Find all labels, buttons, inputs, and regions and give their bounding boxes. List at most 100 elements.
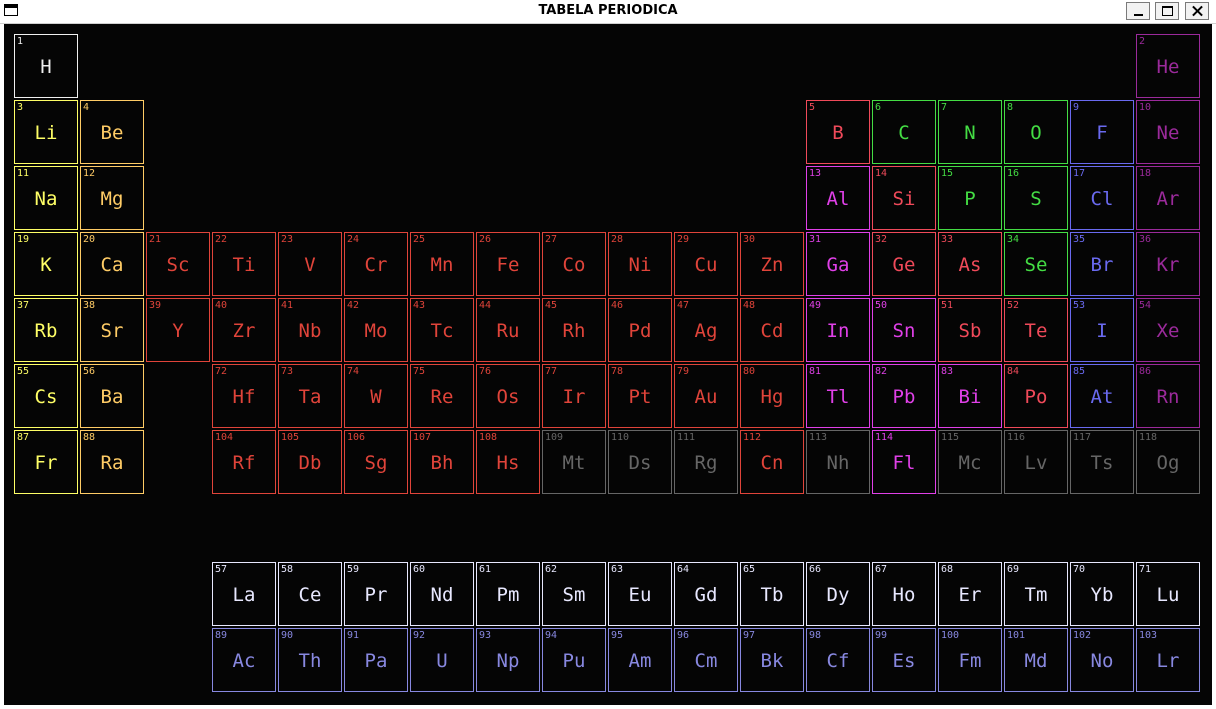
element-ag[interactable]: 47 Ag <box>674 298 738 362</box>
element-au[interactable]: 79 Au <box>674 364 738 428</box>
element-bi[interactable]: 83 Bi <box>938 364 1002 428</box>
element-cr[interactable]: 24 Cr <box>344 232 408 296</box>
element-na[interactable]: 11 Na <box>14 166 78 230</box>
element-y[interactable]: 39 Y <box>146 298 210 362</box>
element-f[interactable]: 9F <box>1070 100 1134 164</box>
element-rg[interactable]: 111 Rg <box>674 430 738 494</box>
element-yb[interactable]: 70 Yb <box>1070 562 1134 626</box>
element-pr[interactable]: 59 Pr <box>344 562 408 626</box>
element-la[interactable]: 57 La <box>212 562 276 626</box>
element-c[interactable]: 6C <box>872 100 936 164</box>
title-bar[interactable]: TABELA PERIODICA <box>0 0 1216 24</box>
element-zr[interactable]: 40 Zr <box>212 298 276 362</box>
element-ga[interactable]: 31 Ga <box>806 232 870 296</box>
element-cu[interactable]: 29 Cu <box>674 232 738 296</box>
element-ds[interactable]: 110 Ds <box>608 430 672 494</box>
element-fe[interactable]: 26 Fe <box>476 232 540 296</box>
element-cm[interactable]: 96 Cm <box>674 628 738 692</box>
element-ho[interactable]: 67 Ho <box>872 562 936 626</box>
element-n[interactable]: 7N <box>938 100 1002 164</box>
element-sg[interactable]: 106 Sg <box>344 430 408 494</box>
element-cl[interactable]: 17 Cl <box>1070 166 1134 230</box>
element-v[interactable]: 23 V <box>278 232 342 296</box>
element-gd[interactable]: 64 Gd <box>674 562 738 626</box>
element-ts[interactable]: 117 Ts <box>1070 430 1134 494</box>
element-sm[interactable]: 62 Sm <box>542 562 606 626</box>
element-pa[interactable]: 91 Pa <box>344 628 408 692</box>
element-pd[interactable]: 46 Pd <box>608 298 672 362</box>
element-md[interactable]: 101 Md <box>1004 628 1068 692</box>
element-li[interactable]: 3 Li <box>14 100 78 164</box>
element-tl[interactable]: 81 Tl <box>806 364 870 428</box>
element-sn[interactable]: 50 Sn <box>872 298 936 362</box>
element-se[interactable]: 34 Se <box>1004 232 1068 296</box>
element-sr[interactable]: 38 Sr <box>80 298 144 362</box>
element-lr[interactable]: 103 Lr <box>1136 628 1200 692</box>
element-nh[interactable]: 113 Nh <box>806 430 870 494</box>
element-fr[interactable]: 87 Fr <box>14 430 78 494</box>
element-ni[interactable]: 28 Ni <box>608 232 672 296</box>
element-p[interactable]: 15 P <box>938 166 1002 230</box>
element-he[interactable]: 2 He <box>1136 34 1200 98</box>
element-re[interactable]: 75 Re <box>410 364 474 428</box>
element-mo[interactable]: 42 Mo <box>344 298 408 362</box>
element-xe[interactable]: 54 Xe <box>1136 298 1200 362</box>
element-ir[interactable]: 77 Ir <box>542 364 606 428</box>
element-bk[interactable]: 97 Bk <box>740 628 804 692</box>
element-rn[interactable]: 86 Rn <box>1136 364 1200 428</box>
element-es[interactable]: 99 Es <box>872 628 936 692</box>
element-kr[interactable]: 36 Kr <box>1136 232 1200 296</box>
element-th[interactable]: 90 Th <box>278 628 342 692</box>
element-nd[interactable]: 60 Nd <box>410 562 474 626</box>
element-pt[interactable]: 78 Pt <box>608 364 672 428</box>
element-sc[interactable]: 21 Sc <box>146 232 210 296</box>
element-nb[interactable]: 41 Nb <box>278 298 342 362</box>
element-ar[interactable]: 18 Ar <box>1136 166 1200 230</box>
element-rh[interactable]: 45 Rh <box>542 298 606 362</box>
element-as[interactable]: 33 As <box>938 232 1002 296</box>
element-i[interactable]: 53 I <box>1070 298 1134 362</box>
element-at[interactable]: 85 At <box>1070 364 1134 428</box>
element-hs[interactable]: 108 Hs <box>476 430 540 494</box>
element-mg[interactable]: 12 Mg <box>80 166 144 230</box>
element-bh[interactable]: 107 Bh <box>410 430 474 494</box>
element-ac[interactable]: 89 Ac <box>212 628 276 692</box>
element-er[interactable]: 68 Er <box>938 562 1002 626</box>
element-no[interactable]: 102 No <box>1070 628 1134 692</box>
element-s[interactable]: 16 S <box>1004 166 1068 230</box>
element-ge[interactable]: 32 Ge <box>872 232 936 296</box>
element-pb[interactable]: 82 Pb <box>872 364 936 428</box>
element-al[interactable]: 13 Al <box>806 166 870 230</box>
element-cd[interactable]: 48 Cd <box>740 298 804 362</box>
element-tc[interactable]: 43 Tc <box>410 298 474 362</box>
element-ra[interactable]: 88 Ra <box>80 430 144 494</box>
element-mt[interactable]: 109 Mt <box>542 430 606 494</box>
element-ca[interactable]: 20 Ca <box>80 232 144 296</box>
element-b[interactable]: 5B <box>806 100 870 164</box>
element-sb[interactable]: 51 Sb <box>938 298 1002 362</box>
element-fm[interactable]: 100 Fm <box>938 628 1002 692</box>
element-pu[interactable]: 94 Pu <box>542 628 606 692</box>
minimize-button[interactable] <box>1126 2 1150 20</box>
element-be[interactable]: 4 Be <box>80 100 144 164</box>
element-tm[interactable]: 69 Tm <box>1004 562 1068 626</box>
element-rb[interactable]: 37 Rb <box>14 298 78 362</box>
element-o[interactable]: 8O <box>1004 100 1068 164</box>
element-br[interactable]: 35 Br <box>1070 232 1134 296</box>
element-os[interactable]: 76 Os <box>476 364 540 428</box>
element-ne[interactable]: 10 Ne <box>1136 100 1200 164</box>
element-ce[interactable]: 58 Ce <box>278 562 342 626</box>
element-ti[interactable]: 22 Ti <box>212 232 276 296</box>
element-cf[interactable]: 98 Cf <box>806 628 870 692</box>
element-cs[interactable]: 55 Cs <box>14 364 78 428</box>
element-og[interactable]: 118 Og <box>1136 430 1200 494</box>
element-h[interactable]: 1H <box>14 34 78 98</box>
element-in[interactable]: 49 In <box>806 298 870 362</box>
element-tb[interactable]: 65 Tb <box>740 562 804 626</box>
element-rf[interactable]: 104 Rf <box>212 430 276 494</box>
element-dy[interactable]: 66 Dy <box>806 562 870 626</box>
element-cn[interactable]: 112 Cn <box>740 430 804 494</box>
element-ru[interactable]: 44 Ru <box>476 298 540 362</box>
element-si[interactable]: 14 Si <box>872 166 936 230</box>
element-hg[interactable]: 80 Hg <box>740 364 804 428</box>
